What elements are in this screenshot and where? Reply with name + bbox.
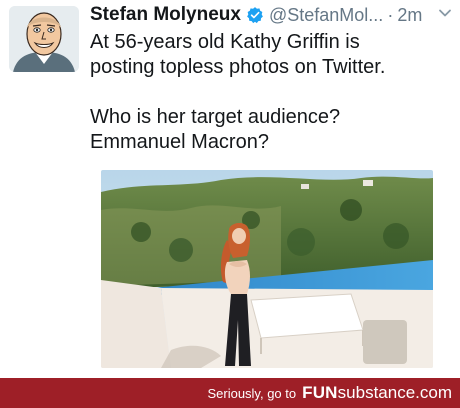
avatar-caricature-image xyxy=(9,6,79,72)
watermark-prefix: Seriously, go to xyxy=(207,385,297,401)
chevron-down-icon[interactable] xyxy=(438,6,452,20)
tweet-card: Stefan Molyneux @StefanMol... · 2m At 56… xyxy=(0,0,460,378)
tweet-text-line: Emmanuel Macron? xyxy=(90,131,269,153)
display-name[interactable]: Stefan Molyneux xyxy=(90,4,241,26)
poolside-photo-image xyxy=(101,170,433,368)
tweet-text: At 56-years old Kathy Griffin is posting… xyxy=(90,30,450,155)
separator-dot: · xyxy=(387,4,394,25)
timestamp[interactable]: 2m xyxy=(397,5,422,26)
tweet-header: Stefan Molyneux @StefanMol... · 2m xyxy=(90,3,422,27)
watermark-banner: Seriously, go to FUN substance .com xyxy=(0,378,460,408)
tweet-text-line: Who is her target audience? xyxy=(90,106,341,128)
watermark-brand-suffix: .com xyxy=(415,383,452,402)
tweet-text-line: At 56-years old Kathy Griffin is xyxy=(90,31,360,53)
verified-badge-icon xyxy=(247,7,263,24)
handle[interactable]: @StefanMol... xyxy=(269,5,383,26)
avatar[interactable] xyxy=(9,6,79,72)
watermark-brand-regular: substance xyxy=(337,383,416,402)
tweet-photo[interactable] xyxy=(101,170,433,368)
tweet-text-line: posting topless photos on Twitter. xyxy=(90,56,386,78)
watermark-brand-bold: FUN xyxy=(302,383,338,402)
tweet-text-gap xyxy=(90,80,450,105)
